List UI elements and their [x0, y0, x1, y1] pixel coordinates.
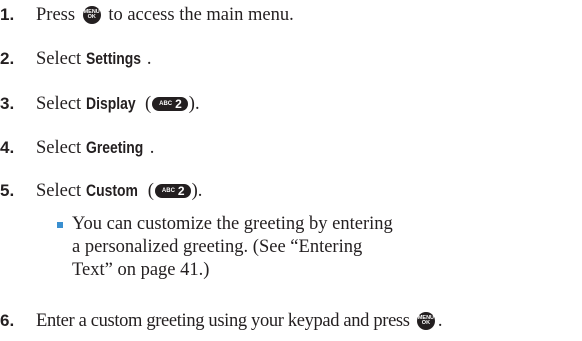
bullet-note: You can customize the greeting by enteri… [57, 213, 402, 282]
step-text: Enter a custom greeting using your keypa… [36, 310, 414, 331]
step-text: Press [36, 4, 80, 25]
menu-option-greeting: Greeting [85, 138, 144, 157]
bullet-square-icon [57, 222, 63, 228]
menu-ok-key-icon: MENU OK [416, 312, 435, 330]
ok-key-label: OK [421, 320, 431, 326]
step-text: to access the main menu. [103, 4, 294, 25]
step-text: Select [36, 48, 86, 69]
step-number: 4. [0, 138, 15, 157]
step-text: Select [36, 180, 86, 201]
step-2: 2. Select Settings . [0, 46, 152, 72]
step-number: 3. [0, 94, 15, 113]
abc-key-digit: 2 [177, 184, 185, 198]
step-number: 2. [0, 49, 15, 68]
abc-key-letters: ABC [161, 188, 175, 194]
menu-option-custom: Custom [85, 181, 138, 200]
step-text: ). [188, 93, 200, 114]
step-text: Select [36, 137, 86, 158]
step-text: ( [143, 180, 154, 201]
step-text: Select [36, 93, 86, 114]
step-5: 5. Select Custom ( ABC 2 ). [0, 178, 202, 204]
step-number: 6. [0, 311, 15, 330]
abc-key-digit: 2 [175, 97, 182, 111]
menu-ok-key-icon: MENU OK [82, 6, 101, 24]
step-number: 5. [0, 181, 15, 200]
bullet-note-text: You can customize the greeting by enteri… [72, 214, 393, 280]
abc-key-letters: ABC [159, 101, 173, 107]
step-text: . [149, 137, 155, 158]
menu-option-display: Display [85, 94, 136, 113]
step-1: 1. Press MENU OK to access the main menu… [0, 2, 294, 28]
abc-2-key-icon: ABC 2 [152, 97, 188, 111]
step-6: 6. Enter a custom greeting using your ke… [0, 308, 443, 334]
step-text: . [146, 48, 152, 69]
ok-key-label: OK [87, 14, 96, 20]
step-3: 3. Select Display ( ABC 2 ). [0, 91, 200, 117]
step-number: 1. [0, 5, 15, 24]
abc-2-key-icon: ABC 2 [154, 184, 191, 198]
step-4: 4. Select Greeting . [0, 135, 154, 161]
menu-option-settings: Settings [85, 49, 141, 68]
step-text: . [437, 310, 443, 331]
instruction-page: 1. Press MENU OK to access the main menu… [0, 0, 582, 341]
step-text: ). [191, 180, 203, 201]
step-text: ( [140, 93, 152, 114]
